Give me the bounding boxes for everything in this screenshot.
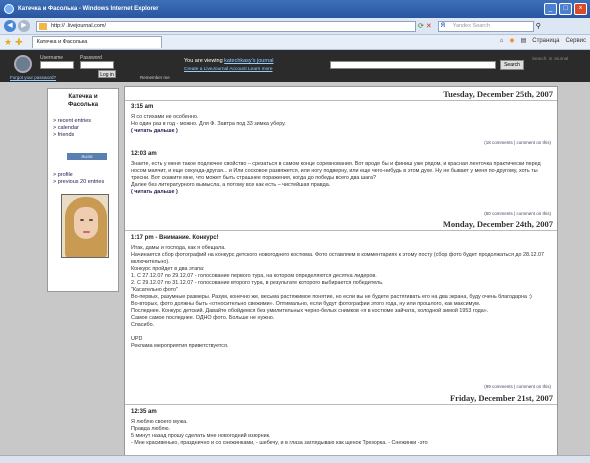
sidebar-link-previous[interactable]: > previous 20 entries (53, 179, 113, 186)
search-input[interactable]: Я Yandex Search (437, 20, 534, 32)
date-header: Friday, December 21st, 2007 (449, 393, 553, 403)
sidebar-link-profile[interactable]: > profile (53, 172, 113, 179)
entry-text: Я со стихами не особенно. Но один раз в … (131, 114, 286, 127)
address-bar: ◀ ▶ http:// .livejournal.com/ ⟳ ✕ Я Yand… (0, 18, 590, 35)
home-icon[interactable]: ⌂ (500, 38, 504, 44)
comments-link[interactable]: (18 comments | comment on this) (484, 140, 551, 145)
journal-title: Катечка и Фасолька (67, 93, 99, 108)
read-more-link[interactable]: ( читать дальше ) (131, 128, 555, 135)
comments-link[interactable]: (50 comments | comment on this) (484, 211, 551, 216)
stop-icon[interactable]: ✕ (426, 22, 432, 30)
userpic-avatar (61, 194, 109, 258)
window-titlebar: Катечка и Фасолька - Windows Internet Ex… (0, 0, 590, 18)
tools-menu[interactable]: Сервис (565, 38, 586, 44)
feeds-icon[interactable]: ◉ (509, 37, 514, 44)
search-icon[interactable]: ⚲ (536, 22, 541, 30)
close-button[interactable]: × (574, 3, 587, 15)
entry-time: 12:35 am (131, 409, 157, 415)
print-icon[interactable]: ▤ (521, 37, 527, 44)
forward-button[interactable]: ▶ (18, 20, 30, 32)
entries-column: Tuesday, December 25th, 2007 3:15 am Я с… (124, 86, 558, 455)
search-provider-icon: Я (440, 22, 446, 29)
sidebar-link-friends[interactable]: > friends (53, 132, 113, 139)
sidebar-link-recent[interactable]: > recent entries (53, 118, 113, 125)
url-text: http:// .livejournal.com/ (51, 22, 107, 29)
window-title: Катечка и Фасолька - Windows Internet Ex… (18, 6, 159, 12)
maximize-button[interactable]: □ (559, 3, 572, 15)
forgot-password-link[interactable]: Forgot your password? (10, 75, 56, 80)
entry-time: 12:03 am (131, 151, 157, 157)
banner-badge[interactable]: RUSS (67, 153, 107, 160)
entry-text: Я люблю своего мужа. Правда люблю. 5 мин… (131, 419, 428, 446)
lj-search-input[interactable] (330, 61, 496, 69)
search-placeholder: Yandex Search (452, 22, 490, 29)
minimize-button[interactable]: _ (544, 3, 557, 15)
lj-logo-icon[interactable] (14, 55, 32, 73)
add-favorites-icon[interactable]: ✚ (15, 37, 23, 48)
page-icon (39, 22, 47, 30)
entry: 3:15 am Я со стихами не особенно. Но оди… (131, 104, 555, 135)
viewing-prefix: You are viewing (184, 58, 223, 64)
read-more-link[interactable]: ( читать дальше ) (131, 189, 555, 196)
login-button[interactable]: Log in (98, 70, 116, 78)
lj-header: Username Password Log in Forgot your pas… (0, 50, 590, 82)
entry-text: Итак, дамы и господа, как я обещала. Нач… (131, 245, 545, 349)
entry: 12:35 am Я люблю своего мужа. Правда люб… (131, 409, 555, 447)
viewing-text: You are viewing katechkasy's journal (184, 58, 274, 64)
ie-icon (4, 4, 14, 14)
remember-me-checkbox[interactable]: Remember me (140, 75, 170, 80)
favorites-star-icon[interactable]: ★ (4, 37, 12, 48)
date-header: Tuesday, December 25th, 2007 (443, 89, 553, 99)
page-menu[interactable]: Страница (532, 38, 559, 44)
username-input[interactable] (40, 61, 74, 69)
refresh-icon[interactable]: ⟳ (418, 22, 424, 30)
entry: 1:17 pm - Внимание. Конкурс! Итак, дамы … (131, 235, 555, 350)
date-header: Monday, December 24th, 2007 (442, 219, 553, 229)
entry-text: Знаете, есть у меня такое подлючее свойс… (131, 161, 541, 188)
url-input[interactable]: http:// .livejournal.com/ (36, 20, 416, 32)
sidebar: Катечка и Фасолька > recent entries > ca… (47, 88, 119, 292)
lj-search-button[interactable]: Search (500, 60, 524, 70)
create-account-link[interactable]: Create a LiveJournal Account Learn more (184, 67, 273, 72)
lj-search-scope: Search: in Journal (532, 56, 569, 61)
entry-time: 1:17 pm - Внимание. Конкурс! (131, 235, 219, 241)
journal-user-link[interactable]: katechkasy's journal (224, 58, 273, 64)
tab-active[interactable]: Катечка и Фасолька (31, 36, 162, 48)
back-button[interactable]: ◀ (4, 20, 16, 32)
sidebar-link-calendar[interactable]: > calendar (53, 125, 113, 132)
password-input[interactable] (80, 61, 114, 69)
tab-label: Катечка и Фасолька (36, 39, 88, 45)
comments-link[interactable]: (99 comments | comment on this) (484, 384, 551, 389)
entry: 12:03 am Знаете, есть у меня такое подлю… (131, 151, 555, 196)
tab-bar: ★ ✚ Катечка и Фасолька ⌂ ◉ ▤ Страница Се… (0, 35, 590, 50)
entry-time: 3:15 am (131, 104, 154, 110)
web-page: Username Password Log in Forgot your pas… (0, 50, 590, 455)
status-bar (0, 455, 590, 463)
